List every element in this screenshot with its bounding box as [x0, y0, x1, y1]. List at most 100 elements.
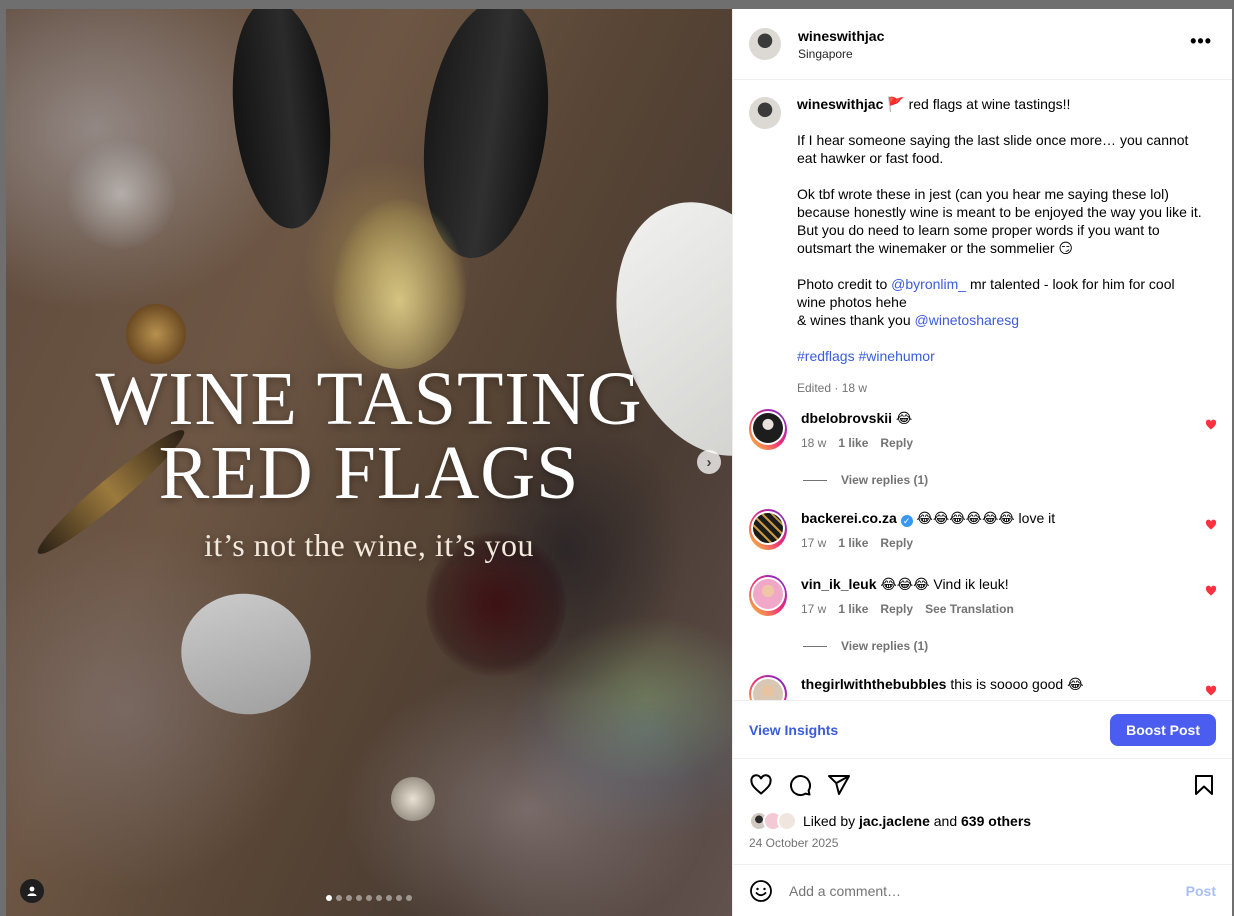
boost-post-button[interactable]: Boost Post — [1110, 713, 1216, 746]
comment-icon[interactable] — [788, 773, 812, 797]
caption-hashtags: #redflags #winehumor — [797, 347, 1207, 365]
emoji-icon[interactable] — [749, 879, 773, 903]
liked-by-others[interactable]: 639 others — [961, 813, 1031, 829]
carousel-dot — [356, 895, 362, 901]
liked-by-middle: and — [933, 813, 958, 829]
comment-text: 😂😂😂😂😂😂 love it — [916, 510, 1056, 526]
comment-row: thegirlwiththebubbles this is soooo good… — [733, 675, 1232, 700]
view-insights-link[interactable]: View Insights — [749, 722, 838, 738]
comment-likes[interactable]: 1 like — [838, 436, 868, 450]
avatar[interactable] — [749, 409, 787, 450]
heart-filled-icon[interactable] — [1205, 585, 1217, 597]
reply-button[interactable]: Reply — [880, 436, 913, 450]
wine-bottle — [222, 9, 341, 234]
mention-link[interactable]: @winetosharesg — [915, 312, 1020, 328]
coin — [391, 777, 435, 821]
post-actions: Liked by jac.jaclene and 639 others 24 O… — [733, 758, 1232, 864]
heart-filled-icon[interactable] — [1205, 685, 1217, 697]
share-icon[interactable] — [827, 773, 851, 797]
user-icon — [27, 886, 37, 896]
avatar[interactable] — [749, 575, 787, 616]
caption-line1: red flags at wine tastings!! — [908, 96, 1071, 112]
comment-time[interactable]: 17 w — [801, 536, 826, 550]
hashtag-link[interactable]: #redflags — [797, 348, 855, 364]
comment-meta: 18 w 1 like Reply — [801, 436, 1191, 450]
white-wine-glass — [332, 199, 467, 369]
insights-bar: View Insights Boost Post — [733, 700, 1232, 758]
glass — [66, 139, 176, 249]
comment-likes[interactable]: 1 like — [838, 536, 868, 550]
comment-text-line: vin_ik_leuk 😂😂😂 Vind ik leuk! — [801, 575, 1191, 593]
comment-row: vin_ik_leuk 😂😂😂 Vind ik leuk! 17 w 1 lik… — [733, 575, 1232, 616]
view-replies[interactable]: View replies (1) — [803, 473, 928, 487]
header-text: wineswithjac Singapore — [798, 28, 884, 61]
post-modal: WINE TASTING RED FLAGS it’s not the wine… — [6, 9, 1232, 916]
liked-by-prefix: Liked by — [803, 813, 856, 829]
mention-link[interactable]: @byronlim_ — [891, 276, 966, 292]
reply-button[interactable]: Reply — [880, 536, 913, 550]
hashtag-link[interactable]: #winehumor — [858, 348, 934, 364]
avatar — [777, 811, 797, 831]
header-username[interactable]: wineswithjac — [798, 28, 884, 44]
comment-likes[interactable]: 1 like — [838, 602, 868, 616]
post-header: wineswithjac Singapore ••• — [733, 9, 1232, 80]
verified-badge-icon: ✓ — [900, 515, 913, 527]
header-location[interactable]: Singapore — [798, 47, 884, 61]
bookmark-icon[interactable] — [1192, 773, 1216, 797]
comment-username[interactable]: vin_ik_leuk — [801, 576, 877, 592]
comment-meta: 17 w 1 like Reply — [801, 536, 1191, 550]
liker-avatars — [749, 811, 797, 831]
add-comment-bar: Post — [733, 864, 1232, 916]
post-date[interactable]: 24 October 2025 — [749, 836, 1216, 850]
comment-input[interactable] — [789, 882, 1149, 899]
comment-username[interactable]: thegirlwiththebubbles — [801, 676, 946, 692]
carousel-dot — [366, 895, 372, 901]
heart-icon[interactable] — [749, 773, 773, 797]
thanks-prefix: & wines thank you — [797, 312, 911, 328]
liked-by-user[interactable]: jac.jaclene — [859, 813, 930, 829]
more-options-icon[interactable]: ••• — [1190, 31, 1212, 52]
comment-username[interactable]: dbelobrovskii — [801, 410, 892, 426]
comment-row: dbelobrovskii 😂 18 w 1 like Reply — [733, 409, 1232, 450]
carousel-dots — [326, 895, 412, 901]
comment-username[interactable]: backerei.co.za — [801, 510, 897, 526]
carousel-dot — [396, 895, 402, 901]
avatar[interactable] — [749, 28, 781, 60]
reply-button[interactable]: Reply — [880, 602, 913, 616]
post-comment-button[interactable]: Post — [1186, 883, 1216, 899]
image-title-line1: WINE TASTING — [95, 357, 643, 441]
carousel-dot — [406, 895, 412, 901]
caption-para2: If I hear someone saying the last slide … — [797, 132, 1189, 166]
carousel-dot — [386, 895, 392, 901]
chevron-right-icon: › — [706, 453, 712, 471]
tagged-users-button[interactable] — [20, 879, 44, 903]
view-replies-label[interactable]: View replies (1) — [841, 639, 928, 653]
post-side-panel: wineswithjac Singapore ••• wineswithjac … — [732, 9, 1232, 916]
avatar[interactable] — [749, 509, 787, 550]
carousel-dot — [376, 895, 382, 901]
post-image[interactable]: WINE TASTING RED FLAGS it’s not the wine… — [6, 9, 732, 916]
speaker — [168, 580, 324, 728]
view-replies[interactable]: View replies (1) — [803, 639, 928, 653]
red-flag-icon: 🚩 — [887, 96, 905, 112]
comment-text-line: thegirlwiththebubbles this is soooo good… — [801, 675, 1191, 693]
heart-filled-icon[interactable] — [1205, 519, 1217, 531]
image-subtitle: it’s not the wine, it’s you — [204, 527, 534, 563]
carousel-dot — [336, 895, 342, 901]
view-replies-label[interactable]: View replies (1) — [841, 473, 928, 487]
carousel-dot — [326, 895, 332, 901]
comment-time[interactable]: 18 w — [801, 436, 826, 450]
next-slide-button[interactable]: › — [697, 450, 721, 474]
likes-summary: Liked by jac.jaclene and 639 others — [749, 811, 1216, 831]
comment-time[interactable]: 17 w — [801, 602, 826, 616]
avatar[interactable] — [749, 675, 787, 700]
avatar[interactable] — [749, 97, 781, 129]
caption-username[interactable]: wineswithjac — [797, 96, 883, 112]
carousel-dot — [346, 895, 352, 901]
comments-scroll[interactable]: wineswithjac 🚩 red flags at wine tasting… — [733, 80, 1232, 700]
heart-filled-icon[interactable] — [1205, 419, 1217, 431]
see-translation-button[interactable]: See Translation — [925, 602, 1014, 616]
comment-row: backerei.co.za ✓ 😂😂😂😂😂😂 love it 17 w 1 l… — [733, 509, 1232, 550]
caption-first-line: wineswithjac 🚩 red flags at wine tasting… — [797, 95, 1207, 113]
caption-para3: Ok tbf wrote these in jest (can you hear… — [797, 186, 1202, 256]
